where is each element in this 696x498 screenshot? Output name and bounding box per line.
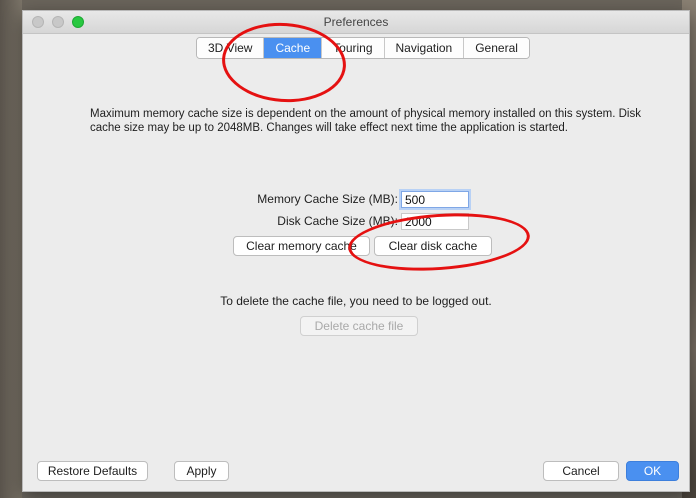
tab-general[interactable]: General (464, 38, 529, 58)
delete-cache-file-button[interactable]: Delete cache file (300, 316, 418, 336)
apply-button[interactable]: Apply (174, 461, 229, 481)
tab-navigation[interactable]: Navigation (384, 38, 465, 58)
background-left (0, 0, 22, 498)
restore-defaults-button[interactable]: Restore Defaults (37, 461, 148, 481)
cancel-button[interactable]: Cancel (543, 461, 619, 481)
delete-cache-info: To delete the cache file, you need to be… (220, 294, 492, 308)
title-bar[interactable]: Preferences (23, 11, 689, 34)
background-top (0, 0, 696, 10)
disk-cache-label: Disk Cache Size (MB): (277, 214, 398, 228)
ok-button[interactable]: OK (626, 461, 679, 481)
memory-cache-input[interactable]: 500 (401, 191, 469, 208)
memory-cache-label: Memory Cache Size (MB): (257, 192, 398, 206)
window-title: Preferences (323, 15, 389, 29)
cache-description: Maximum memory cache size is dependent o… (90, 108, 641, 134)
